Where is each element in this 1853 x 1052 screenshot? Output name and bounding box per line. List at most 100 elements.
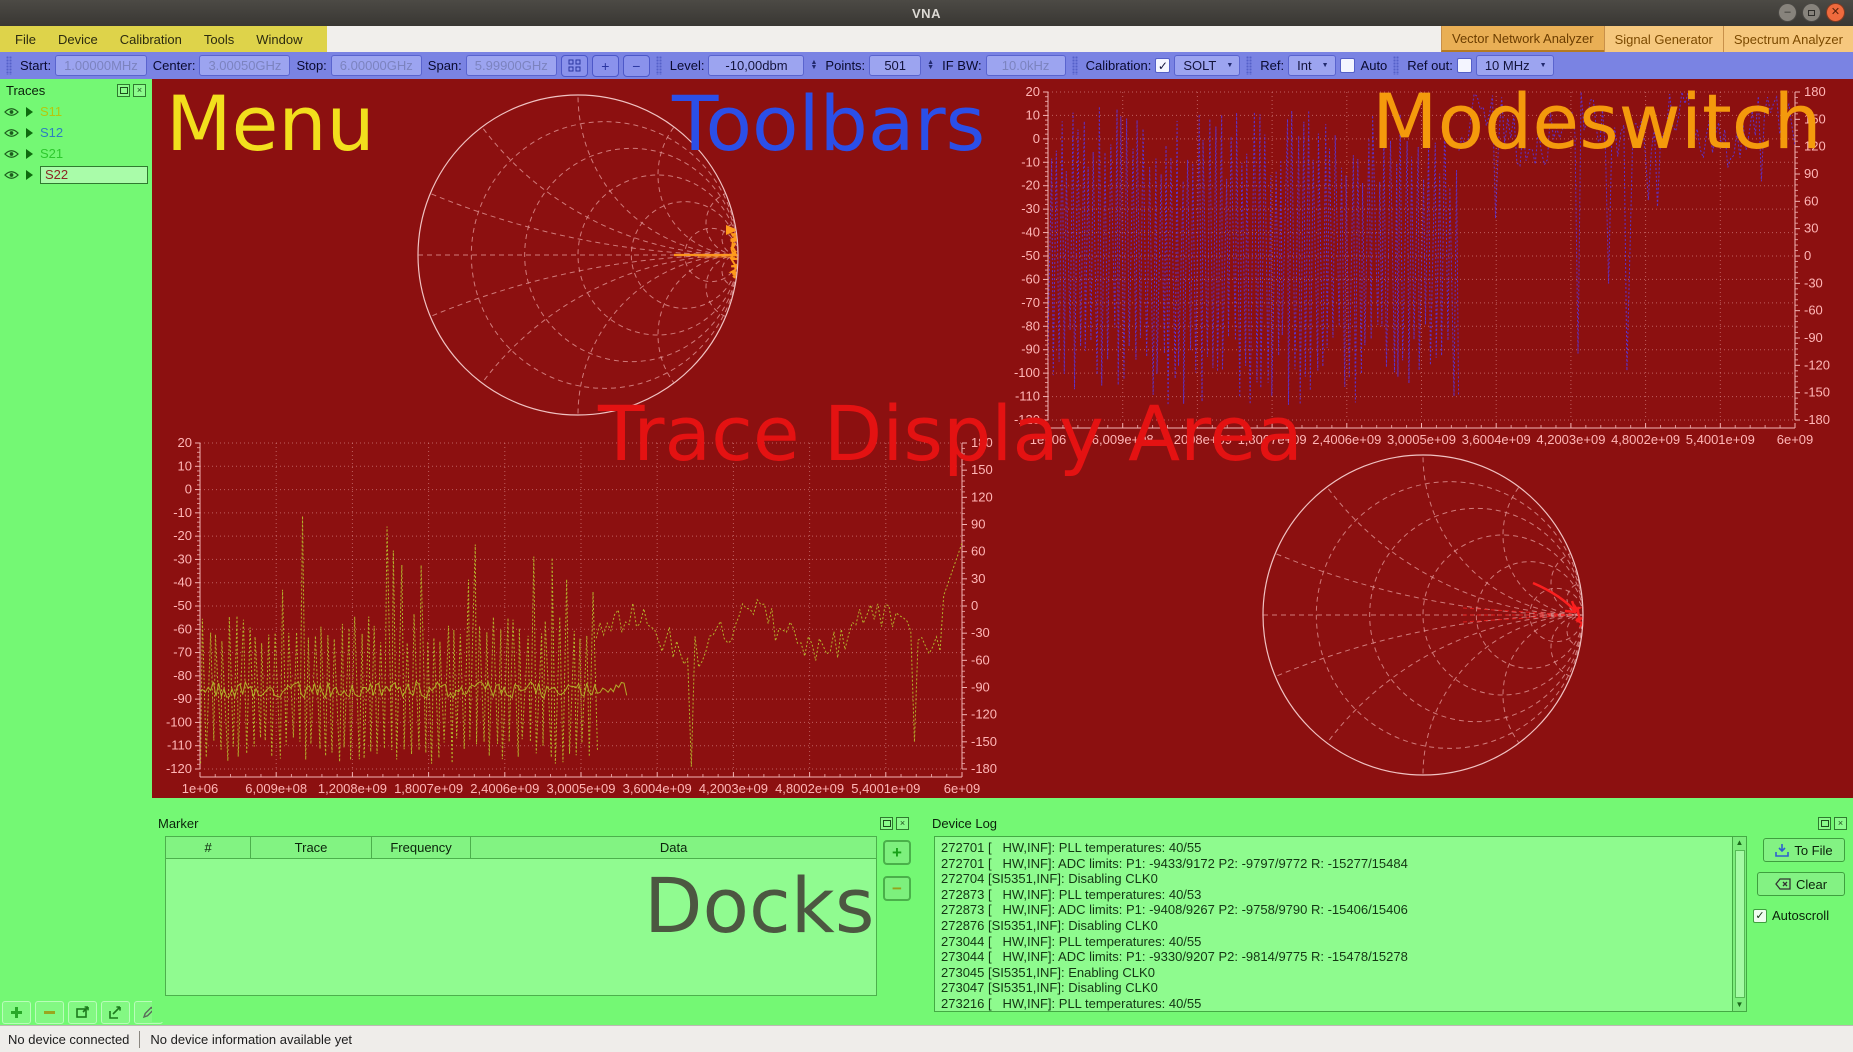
expand-arrow-icon[interactable] [25,169,34,180]
svg-text:3,0005e+09: 3,0005e+09 [1387,432,1456,447]
expand-arrow-icon[interactable] [25,148,34,159]
svg-text:-100: -100 [1014,365,1040,380]
stop-field[interactable]: 6.00000GHz [330,55,422,76]
menu-window[interactable]: Window [245,32,313,47]
visibility-eye-icon[interactable] [4,170,19,180]
svg-text:120: 120 [1804,139,1826,154]
span-field[interactable]: 5.99900GHz [465,55,557,76]
svg-text:-150: -150 [971,734,997,749]
export-trace-button[interactable] [101,1001,130,1024]
clear-label: Clear [1795,876,1828,892]
center-field[interactable]: 3.00050GHz [199,55,291,76]
marker-col-data[interactable]: Data [471,837,876,858]
center-label: Center: [152,58,196,73]
menu-tools[interactable]: Tools [193,32,245,47]
span-label: Span: [427,58,462,73]
svg-text:0: 0 [971,598,978,613]
svg-text:20: 20 [1026,84,1040,99]
calibration-type-dropdown[interactable]: SOLT ▼ [1174,55,1241,76]
points-spinner[interactable]: ▲ ▼ [925,59,936,70]
close-icon[interactable]: ✕ [1826,3,1845,22]
add-trace-button[interactable] [2,1001,31,1024]
dock-float-icon[interactable] [880,816,893,830]
svg-text:5,4001e+09: 5,4001e+09 [851,781,920,796]
add-tile-button[interactable]: + [591,54,619,77]
menu-device[interactable]: Device [47,32,109,47]
marker-dock: Marker × # Trace Frequency Data + − [152,812,915,1022]
refout-label: Ref out: [1407,58,1453,73]
tab-vector-network-analyzer[interactable]: Vector Network Analyzer [1440,26,1604,52]
start-field[interactable]: 1.00000MHz [55,55,147,76]
autoscroll-checkbox[interactable]: ✓ [1753,908,1767,923]
scrollbar-thumb[interactable] [1734,850,1745,998]
maximize-icon[interactable] [1802,3,1821,22]
svg-text:60: 60 [971,544,985,559]
start-label: Start: [20,58,52,73]
clear-log-button[interactable]: Clear [1757,872,1845,896]
visibility-eye-icon[interactable] [4,107,19,117]
marker-table-body[interactable] [166,859,876,995]
main-area: Traces × S11 S12 S21 S22 20 10 0 -10 -20 -30 -40 [0,79,1853,1025]
trace-row-s11[interactable]: S11 [0,101,152,122]
visibility-eye-icon[interactable] [4,149,19,159]
scroll-up-icon[interactable]: ▲ [1736,837,1744,849]
dock-float-icon[interactable] [1818,816,1831,830]
refout-checkbox[interactable] [1456,58,1472,73]
dock-close-icon[interactable]: × [1834,816,1847,830]
svg-text:150: 150 [971,462,993,477]
svg-text:6e+09: 6e+09 [944,781,981,796]
remove-marker-button[interactable]: − [883,876,911,901]
trace-name-edit-field[interactable]: S22 [40,165,148,184]
expand-arrow-icon[interactable] [25,127,34,138]
ref-auto-checkbox[interactable] [1339,58,1355,73]
trace-display-area[interactable]: 20 10 0 -10 -20 -30 -40 -50 -60 -70 -80 -90 -100 -110… [152,79,1853,798]
points-label: Points: [825,58,866,73]
visibility-eye-icon[interactable] [4,128,19,138]
marker-col-trace[interactable]: Trace [251,837,372,858]
trace-row-s22[interactable]: S22 [0,164,152,185]
dock-close-icon[interactable]: × [133,83,146,97]
tile-layout-button[interactable] [560,54,588,77]
tab-signal-generator[interactable]: Signal Generator [1603,26,1723,52]
tile-grid-icon [568,59,581,72]
svg-text:-180: -180 [1804,412,1830,427]
remove-trace-button[interactable] [35,1001,64,1024]
marker-table-header: # Trace Frequency Data [166,837,876,859]
toolbar-drag-handle[interactable] [655,56,662,75]
minimize-icon[interactable]: – [1778,3,1797,22]
refout-freq-dropdown[interactable]: 10 MHz ▼ [1475,55,1554,76]
dock-close-icon[interactable]: × [896,816,909,830]
toolbar-drag-handle[interactable] [1393,56,1400,75]
scroll-down-icon[interactable]: ▼ [1736,999,1744,1011]
to-file-button[interactable]: To File [1763,838,1845,862]
ifbw-field[interactable]: 10.0kHz [985,55,1066,76]
add-marker-button[interactable]: + [883,840,911,865]
marker-col-num[interactable]: # [166,837,252,858]
svg-text:-10: -10 [173,505,192,520]
svg-text:4,2003e+09: 4,2003e+09 [1536,432,1605,447]
device-log-list[interactable]: ▲ ▼ 272701 [ HW,INF]: PLL temperatures: … [934,836,1747,1012]
toolbar-drag-handle[interactable] [6,56,12,75]
toolbar-drag-handle[interactable] [1071,56,1078,75]
svg-text:-120: -120 [971,707,997,722]
tab-spectrum-analyzer[interactable]: Spectrum Analyzer [1722,26,1853,52]
expand-arrow-icon[interactable] [25,106,34,117]
remove-tile-button[interactable]: − [622,54,650,77]
svg-text:-30: -30 [173,551,192,566]
svg-text:-50: -50 [173,598,192,613]
level-spinner[interactable]: ▲ ▼ [808,59,819,70]
titlebar[interactable]: VNA – ✕ [0,0,1853,26]
trace-row-s12[interactable]: S12 [0,122,152,143]
marker-col-frequency[interactable]: Frequency [372,837,472,858]
ref-source-dropdown[interactable]: Int ▼ [1288,55,1336,76]
dock-float-icon[interactable] [117,83,130,97]
points-field[interactable]: 501 [869,55,922,76]
trace-row-s21[interactable]: S21 [0,143,152,164]
level-field[interactable]: -10,00dbm [708,55,805,76]
menu-file[interactable]: File [4,32,47,47]
toolbar-drag-handle[interactable] [1246,56,1253,75]
calibration-checkbox[interactable]: ✓ [1155,58,1171,73]
popout-trace-button[interactable] [68,1001,97,1024]
svg-text:5,4001e+09: 5,4001e+09 [1686,432,1755,447]
menu-calibration[interactable]: Calibration [109,32,193,47]
